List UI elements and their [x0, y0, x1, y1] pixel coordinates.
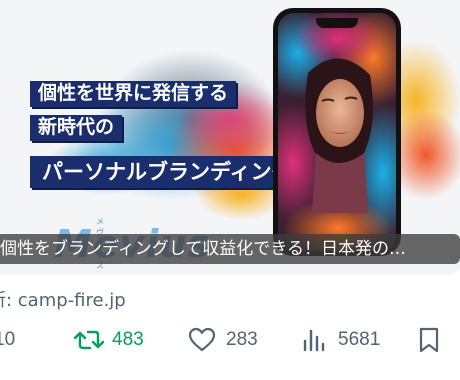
- reply-count: 10: [0, 329, 16, 350]
- phone-mockup: [273, 8, 401, 256]
- phone-screen: [278, 13, 396, 251]
- views-button[interactable]: 5681: [302, 322, 380, 358]
- portrait-image: [278, 13, 396, 251]
- like-button[interactable]: 283: [188, 322, 258, 358]
- retweet-icon: [74, 330, 104, 350]
- tweet-action-bar: 10 483 283 5681: [0, 322, 460, 358]
- bookmark-button[interactable]: [418, 322, 440, 358]
- phone-notch: [316, 18, 358, 28]
- retweet-count: 483: [112, 329, 144, 350]
- heart-icon: [188, 327, 216, 352]
- headline-line-1: 個性を世界に発信する: [30, 81, 237, 107]
- link-title-caption[interactable]: 個性をブランディングして収益化できる！日本発の…: [0, 234, 460, 264]
- like-count: 283: [226, 329, 258, 350]
- bookmark-icon: [419, 327, 439, 353]
- retweet-button[interactable]: 483: [74, 322, 144, 358]
- headline-line-2: 新時代の: [30, 115, 123, 141]
- views-count: 5681: [338, 329, 381, 350]
- reply-button[interactable]: 10: [0, 322, 15, 358]
- link-source[interactable]: 所: camp-fire.jp: [0, 286, 126, 312]
- views-icon: [303, 329, 325, 352]
